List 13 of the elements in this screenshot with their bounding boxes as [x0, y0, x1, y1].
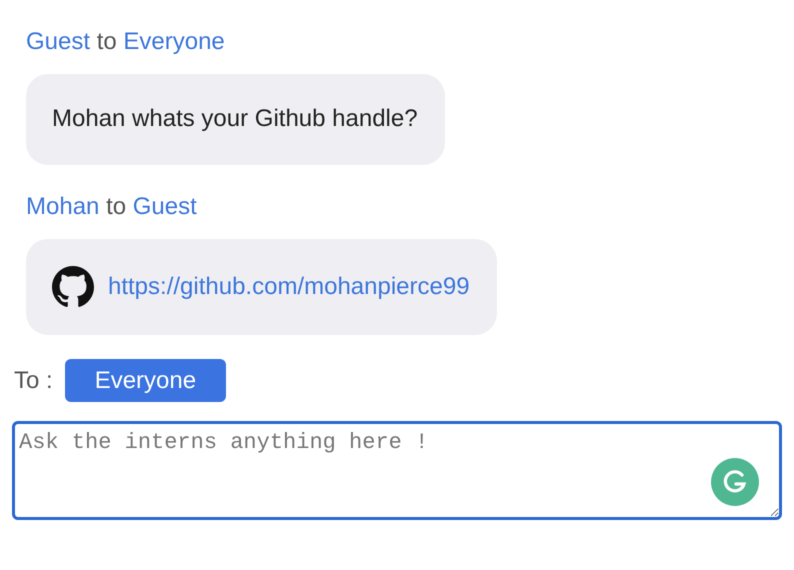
message-text: Mohan whats your Github handle? — [52, 105, 418, 133]
recipient-name: Everyone — [123, 28, 225, 55]
grammar-assistant-icon[interactable] — [711, 458, 759, 506]
recipient-button[interactable]: Everyone — [64, 359, 226, 402]
recipient-name: Guest — [132, 193, 197, 220]
profile-link[interactable]: https://github.com/mohanpierce99 — [108, 273, 470, 301]
github-icon — [52, 266, 94, 308]
to-label: To : — [14, 366, 53, 394]
to-label: to — [96, 28, 117, 55]
to-label: to — [106, 193, 126, 220]
message-input[interactable]: Ask the interns anything here ! — [12, 421, 782, 520]
sender-name: Guest — [26, 28, 90, 55]
sender-name: Mohan — [26, 193, 100, 220]
